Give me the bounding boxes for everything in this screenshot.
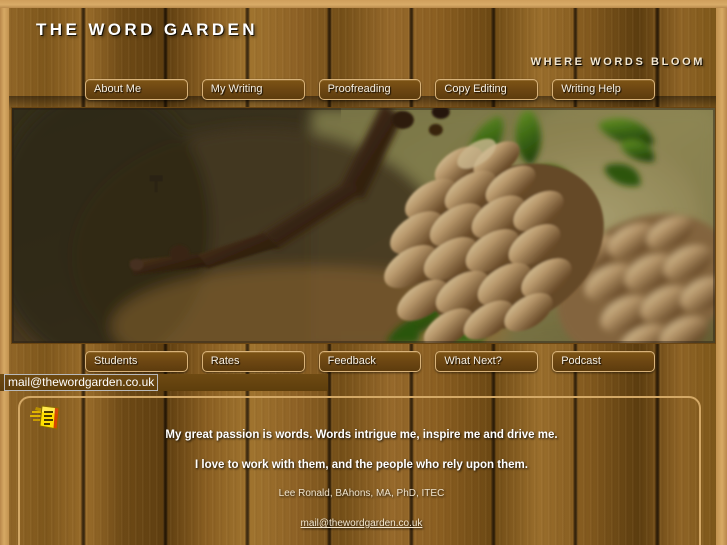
nav-button-about-me[interactable]: About Me	[85, 79, 188, 100]
author-credentials: Lee Ronald, BAhons, MA, PhD, ITEC	[278, 488, 445, 499]
pine-cone-illustration	[12, 108, 715, 343]
nav-button-students[interactable]: Students	[85, 351, 188, 372]
nav-button-writing-help[interactable]: Writing Help	[552, 79, 655, 100]
nav-button-feedback[interactable]: Feedback	[318, 351, 422, 372]
nav-button-copy-editing[interactable]: Copy Editing	[435, 79, 539, 100]
nav-button-podcast[interactable]: Podcast	[552, 351, 655, 372]
nav-button-my-writing[interactable]: My Writing	[201, 79, 305, 100]
secondary-navigation: Students Rates Feedback What Next? Podca…	[85, 351, 655, 372]
status-bar-mail-link[interactable]: mail@thewordgarden.co.uk	[4, 374, 159, 391]
passion-line-2: I love to work with them, and the people…	[195, 459, 528, 471]
nav-button-proofreading[interactable]: Proofreading	[318, 79, 422, 100]
primary-navigation: About Me My Writing Proofreading Copy Ed…	[85, 79, 655, 100]
page-edge-left	[0, 0, 9, 545]
status-bar: mail@thewordgarden.co.uk	[0, 374, 328, 391]
contact-email-link[interactable]: mail@thewordgarden.co.uk	[301, 518, 423, 529]
page-edge-top	[0, 0, 727, 8]
nav-button-what-next[interactable]: What Next?	[435, 351, 539, 372]
hero-banner-image	[11, 107, 716, 344]
content-text-block: My great passion is words. Words intrigu…	[20, 428, 703, 531]
site-title: The Word Garden	[36, 20, 258, 39]
page-edge-right	[716, 0, 727, 545]
passion-line-1: My great passion is words. Words intrigu…	[165, 429, 558, 441]
page-root: The Word Garden Where Words Bloom About …	[0, 0, 727, 545]
site-tagline: Where Words Bloom	[530, 56, 705, 68]
nav-button-rates[interactable]: Rates	[201, 351, 305, 372]
content-panel: My great passion is words. Words intrigu…	[18, 396, 701, 545]
